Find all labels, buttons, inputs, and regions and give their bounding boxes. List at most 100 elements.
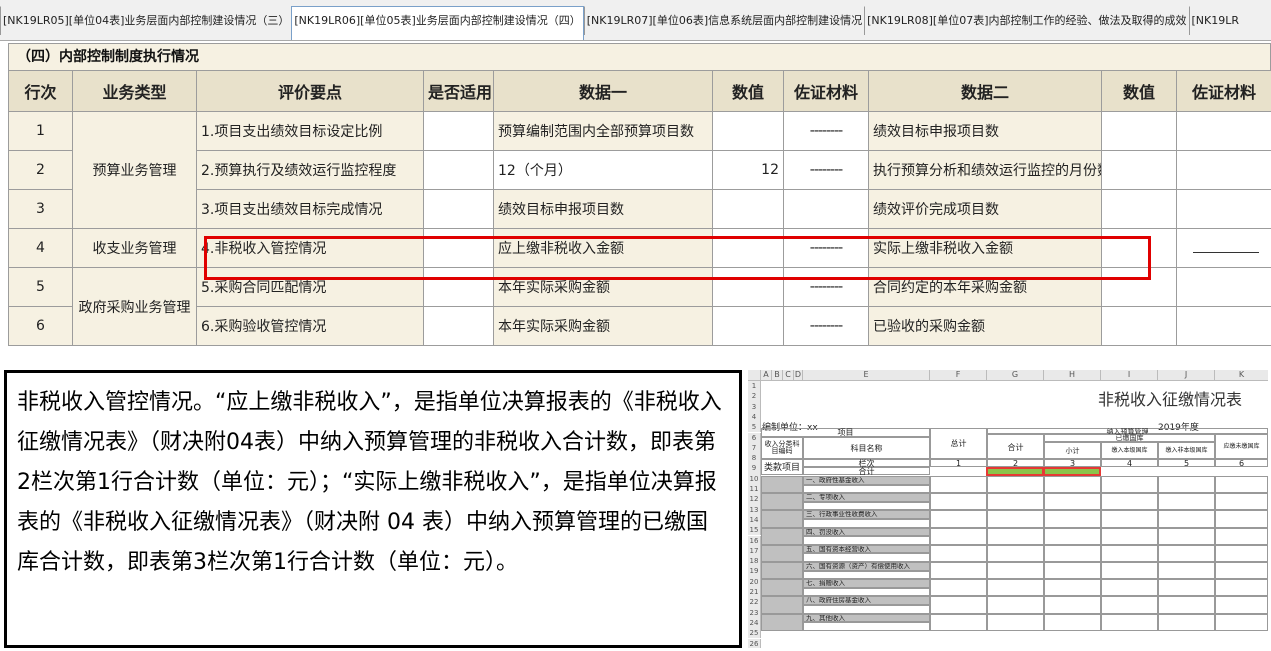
sheet-cell[interactable] [1101,579,1158,597]
sheet-cell[interactable] [1044,544,1101,562]
sheet-cell[interactable] [761,476,803,494]
sheet-cell[interactable] [930,493,987,511]
applicable-cell[interactable] [423,111,494,151]
value-one-input[interactable] [712,228,784,268]
sheet-cell[interactable] [1101,476,1158,494]
sheet-cell[interactable] [761,527,803,545]
sheet-cell[interactable] [1044,476,1101,494]
sheet-cell[interactable] [1101,613,1158,631]
sheet-cell[interactable] [930,562,987,580]
sheet-cell[interactable] [1215,579,1268,597]
value-two-input[interactable] [1101,189,1177,229]
sheet-cell[interactable] [761,579,803,597]
sheet-cell[interactable] [1215,476,1268,494]
evidence-two-input[interactable] [1176,306,1271,346]
sheet-cell[interactable] [761,544,803,562]
evidence-two-input[interactable] [1176,267,1271,307]
sheet-cell[interactable] [803,605,930,614]
sheet-cell[interactable] [987,476,1044,494]
sheet-cell[interactable] [761,613,803,631]
sheet-cell[interactable] [930,596,987,614]
value-two-input[interactable] [1101,306,1177,346]
sheet-cell[interactable] [761,596,803,614]
sheet-cell[interactable] [1158,476,1215,494]
evidence-two-input[interactable] [1176,111,1271,151]
sheet-cell[interactable] [1158,613,1215,631]
sheet-cell[interactable] [1044,527,1101,545]
sheet-cell[interactable] [1215,544,1268,562]
sheet-cell[interactable] [987,579,1044,597]
sheet-cell[interactable] [1044,596,1101,614]
tab-form-07[interactable]: [NK19LR08][单位07表]内部控制工作的经验、做法及取得的成效 [864,6,1188,35]
sheet-cell[interactable] [1158,544,1215,562]
sheet-cell[interactable] [1044,510,1101,528]
sheet-cell[interactable] [1158,596,1215,614]
tab-form-06[interactable]: [NK19LR07][单位06表]信息系统层面内部控制建设情况 [583,6,864,35]
value-one-input[interactable]: 12 [712,150,784,190]
value-two-input[interactable] [1101,111,1177,151]
sheet-cell[interactable] [930,579,987,597]
sheet-cell[interactable] [1101,596,1158,614]
sheet-cell[interactable] [930,476,987,494]
sheet-cell[interactable] [1101,527,1158,545]
evidence-two-input[interactable] [1176,228,1271,268]
sheet-cell[interactable] [803,536,930,545]
sheet-cell[interactable] [803,622,930,631]
sheet-cell[interactable] [987,544,1044,562]
sheet-cell[interactable] [1101,562,1158,580]
sheet-cell[interactable] [987,596,1044,614]
sheet-cell[interactable] [761,493,803,511]
sheet-cell[interactable] [1215,613,1268,631]
sheet-cell[interactable] [1158,562,1215,580]
value-two-input[interactable] [1101,150,1177,190]
sheet-cell[interactable] [803,501,930,511]
value-two-input[interactable] [1101,267,1177,307]
sheet-cell[interactable] [803,587,930,597]
sheet-cell[interactable] [1044,493,1101,511]
applicable-cell[interactable] [423,228,494,268]
sheet-cell[interactable] [930,510,987,528]
value-two-input[interactable] [1101,228,1177,268]
sheet-cell[interactable] [1215,527,1268,545]
evidence-two-input[interactable] [1176,189,1271,229]
sheet-cell[interactable] [761,510,803,528]
sheet-cell[interactable] [1215,510,1268,528]
applicable-cell[interactable] [423,306,494,346]
sheet-cell[interactable] [761,562,803,580]
sheet-cell[interactable] [987,527,1044,545]
applicable-cell[interactable] [423,189,494,229]
sheet-cell[interactable] [1101,544,1158,562]
sheet-cell[interactable] [803,570,930,580]
sheet-cell[interactable] [1044,562,1101,580]
sheet-cell[interactable] [1158,510,1215,528]
sheet-cell[interactable] [987,493,1044,511]
tab-form-04[interactable]: [NK19LR05][单位04表]业务层面内部控制建设情况（三） [0,6,291,35]
value-one-input[interactable] [712,189,784,229]
value-one-input[interactable] [712,267,784,307]
sheet-cell[interactable] [1215,493,1268,511]
sheet-cell[interactable] [987,510,1044,528]
applicable-cell[interactable] [423,150,494,190]
sheet-cell[interactable] [1215,596,1268,614]
sheet-cell[interactable] [987,562,1044,580]
sheet-cell[interactable] [1101,493,1158,511]
sheet-cell[interactable] [803,484,930,494]
sheet-cell[interactable] [930,527,987,545]
sheet-cell[interactable] [1044,579,1101,597]
sheet-cell[interactable] [803,553,930,562]
sheet-cell[interactable] [1101,510,1158,528]
value-one-input[interactable] [712,306,784,346]
sheet-cell[interactable] [1215,562,1268,580]
sheet-cell[interactable] [1044,613,1101,631]
sheet-cell[interactable] [1158,579,1215,597]
value-one-input[interactable] [712,111,784,151]
tab-form-05[interactable]: [NK19LR06][单位05表]业务层面内部控制建设情况（四） [291,6,584,40]
sheet-cell[interactable] [930,613,987,631]
sheet-cell[interactable] [987,613,1044,631]
sheet-cell[interactable] [930,544,987,562]
applicable-cell[interactable] [423,267,494,307]
sheet-cell[interactable] [1158,493,1215,511]
sheet-cell[interactable] [1158,527,1215,545]
tab-form-08[interactable]: [NK19LR [1188,6,1242,35]
evidence-two-input[interactable] [1176,150,1271,190]
